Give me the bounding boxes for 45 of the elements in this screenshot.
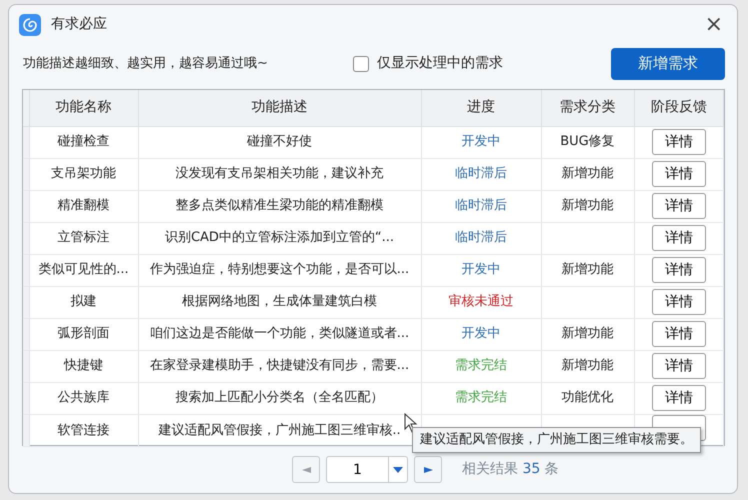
column-header: 功能描述 [138, 90, 421, 126]
progress-status: 开发中 [462, 262, 500, 278]
name-cell: 精准翻模 [58, 198, 110, 214]
description-cell: 建议适配风管假接，广州施工图三维审核.. [158, 422, 401, 438]
name-cell: 拟建 [70, 294, 96, 310]
name-cell: 类似可见性的... [38, 262, 129, 278]
column-header: 阶段反馈 [634, 90, 724, 126]
column-header: 功能名称 [29, 90, 138, 126]
name-cell: 快捷键 [64, 358, 103, 374]
category-cell: 新增功能 [562, 198, 614, 214]
category-cell: 新增功能 [562, 358, 614, 374]
progress-status: 需求完结 [455, 390, 507, 406]
progress-status: 临时滞后 [455, 230, 507, 246]
description-cell: 碰撞不好使 [247, 134, 312, 150]
name-cell: 碰撞检查 [58, 134, 110, 150]
description-cell: 根据网络地图，生成体量建筑白模 [182, 294, 377, 310]
progress-status: 临时滞后 [455, 166, 507, 182]
category-cell: 新增功能 [562, 262, 614, 278]
category-cell: BUG修复 [560, 134, 615, 150]
description-cell: 没发现有支吊架相关功能，建议补充 [176, 166, 384, 182]
description-cell: 识别CAD中的立管标注添加到立管的“... [164, 230, 394, 246]
category-cell: 功能优化 [562, 390, 614, 406]
description-cell: 搜索加上匹配小分类名（全名匹配） [176, 390, 384, 406]
description-cell: 作为强迫症，特别想要这个功能，是否可以... [150, 262, 410, 278]
name-cell: 软管连接 [58, 422, 110, 438]
name-cell: 立管标注 [58, 230, 110, 246]
hint-text: 功能描述越细致、越实用，越容易通过哦~ [23, 54, 269, 73]
category-cell: 新增功能 [562, 326, 614, 342]
description-cell: 整多点类似精准生梁功能的精准翻模 [176, 198, 384, 214]
column-header: 需求分类 [541, 90, 634, 126]
description-cell: 咱们这边是否能做一个功能，类似隧道或者... [150, 326, 410, 342]
column-header: 进度 [421, 90, 541, 126]
progress-status: 需求完结 [455, 358, 507, 374]
category-cell: 新增功能 [562, 166, 614, 182]
name-cell: 公共族库 [58, 390, 110, 406]
name-cell: 支吊架功能 [51, 166, 116, 182]
progress-status: 临时滞后 [455, 198, 507, 214]
description-cell: 在家登录建模助手，快捷键没有同步，需要... [150, 358, 410, 374]
result-count-text: 相关结果 35 条 [462, 460, 559, 480]
progress-status: 开发中 [462, 326, 500, 342]
name-cell: 弧形剖面 [58, 326, 110, 342]
progress-status: 审核未通过 [448, 294, 514, 310]
tooltip: 建议适配风管假接，广州施工图三维审核需要。 [412, 427, 701, 452]
progress-status: 开发中 [462, 134, 500, 150]
window-title: 有求必应 [51, 15, 107, 34]
